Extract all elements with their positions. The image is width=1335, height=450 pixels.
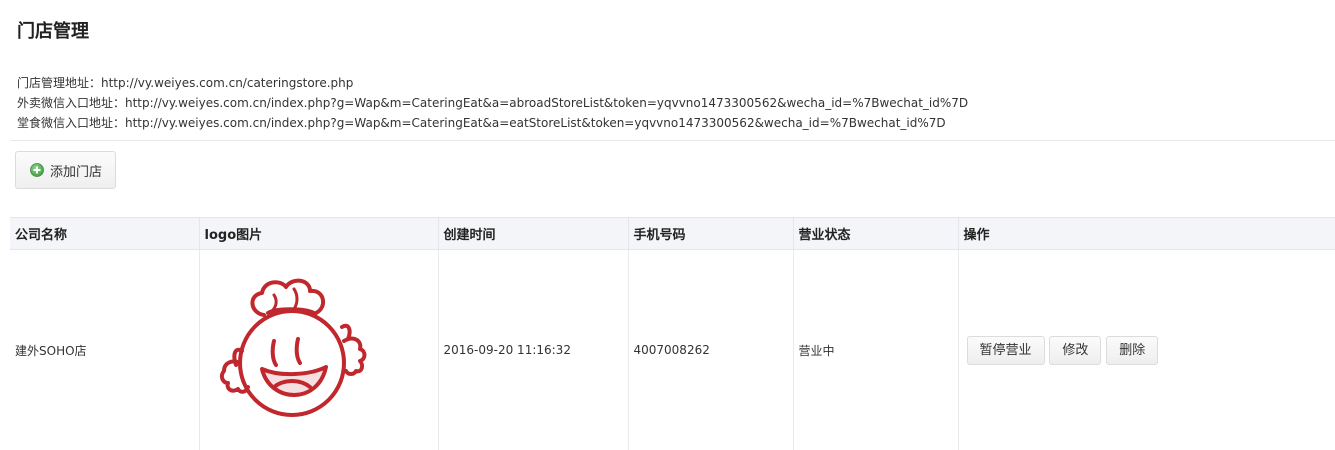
chef-mascot-logo (214, 275, 386, 425)
cell-logo (199, 250, 438, 450)
header-status: 营业状态 (793, 218, 958, 250)
header-company: 公司名称 (10, 218, 199, 250)
plus-circle-icon (30, 163, 44, 177)
cell-phone: 4007008262 (628, 250, 793, 450)
logo-image (200, 250, 438, 450)
cell-actions: 暂停营业 修改 删除 (958, 250, 1335, 450)
table-header-row: 公司名称 logo图片 创建时间 手机号码 营业状态 操作 (10, 218, 1335, 250)
store-management-address: 门店管理地址：http://vy.weiyes.com.cn/caterings… (17, 73, 968, 93)
add-store-button[interactable]: 添加门店 (15, 151, 116, 189)
pause-business-button[interactable]: 暂停营业 (967, 336, 1045, 365)
edit-button[interactable]: 修改 (1049, 336, 1101, 365)
add-store-label: 添加门店 (50, 161, 102, 180)
header-phone: 手机号码 (628, 218, 793, 250)
cell-company: 建外SOHO店 (10, 250, 199, 450)
table-row: 建外SOHO店 (10, 250, 1335, 450)
header-actions: 操作 (958, 218, 1335, 250)
dinein-wechat-address: 堂食微信入口地址：http://vy.weiyes.com.cn/index.p… (17, 113, 968, 133)
address-list: 门店管理地址：http://vy.weiyes.com.cn/caterings… (17, 73, 968, 133)
header-created: 创建时间 (438, 218, 628, 250)
divider (10, 140, 1335, 141)
page-title: 门店管理 (17, 20, 89, 44)
delete-button[interactable]: 删除 (1106, 336, 1158, 365)
store-table: 公司名称 logo图片 创建时间 手机号码 营业状态 操作 建外SOHO店 (10, 217, 1335, 450)
cell-status: 营业中 (793, 250, 958, 450)
takeout-wechat-address: 外卖微信入口地址：http://vy.weiyes.com.cn/index.p… (17, 93, 968, 113)
header-logo: logo图片 (199, 218, 438, 250)
cell-created: 2016-09-20 11:16:32 (438, 250, 628, 450)
